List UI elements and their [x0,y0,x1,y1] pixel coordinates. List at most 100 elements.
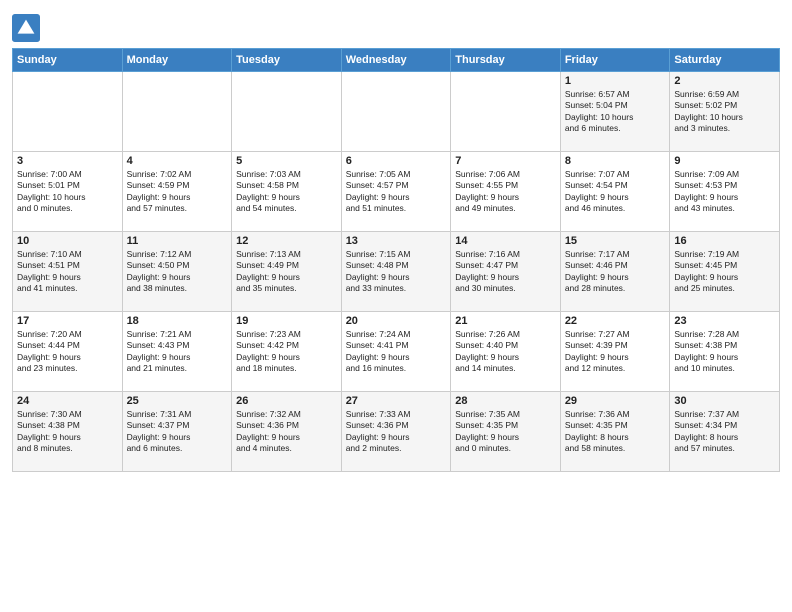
day-number: 29 [565,395,666,407]
day-info: Sunrise: 7:28 AM Sunset: 4:38 PM Dayligh… [674,329,775,375]
day-info: Sunrise: 7:03 AM Sunset: 4:58 PM Dayligh… [236,169,337,215]
calendar-cell: 12 Sunrise: 7:13 AM Sunset: 4:49 PM Dayli… [232,232,342,312]
calendar-cell [341,72,451,152]
header-area [12,10,780,42]
day-number: 8 [565,155,666,167]
day-info: Sunrise: 6:57 AM Sunset: 5:04 PM Dayligh… [565,89,666,135]
day-number: 2 [674,75,775,87]
header-row: SundayMondayTuesdayWednesdayThursdayFrid… [13,49,780,72]
calendar-cell: 18 Sunrise: 7:21 AM Sunset: 4:43 PM Dayli… [122,312,232,392]
day-info: Sunrise: 7:36 AM Sunset: 4:35 PM Dayligh… [565,409,666,455]
day-number: 1 [565,75,666,87]
calendar-cell: 19Sunrise: 7:23 AM Sunset: 4:42 PM Dayli… [232,312,342,392]
calendar-cell [13,72,123,152]
day-number: 24 [17,395,118,407]
day-info: Sunrise: 7:17 AM Sunset: 4:46 PM Dayligh… [565,249,666,295]
day-number: 12 [236,235,337,247]
day-info: Sunrise: 7:20 AM Sunset: 4:44 PM Dayligh… [17,329,118,375]
day-number: 23 [674,315,775,327]
day-info: Sunrise: 7:30 AM Sunset: 4:38 PM Dayligh… [17,409,118,455]
day-number: 16 [674,235,775,247]
logo-icon [12,14,40,42]
header-tuesday: Tuesday [232,49,342,72]
page-container: SundayMondayTuesdayWednesdayThursdayFrid… [0,0,792,482]
day-number: 27 [346,395,447,407]
day-info: Sunrise: 7:00 AM Sunset: 5:01 PM Dayligh… [17,169,118,215]
calendar-cell: 5 Sunrise: 7:03 AM Sunset: 4:58 PM Daylig… [232,152,342,232]
calendar-body: 1 Sunrise: 6:57 AM Sunset: 5:04 PM Daylig… [13,72,780,472]
header-saturday: Saturday [670,49,780,72]
calendar-cell [122,72,232,152]
day-number: 11 [127,235,228,247]
calendar-header: SundayMondayTuesdayWednesdayThursdayFrid… [13,49,780,72]
logo [12,14,42,42]
day-number: 3 [17,155,118,167]
day-info: Sunrise: 6:59 AM Sunset: 5:02 PM Dayligh… [674,89,775,135]
week-row-1: 3 Sunrise: 7:00 AM Sunset: 5:01 PM Daylig… [13,152,780,232]
calendar-cell: 15 Sunrise: 7:17 AM Sunset: 4:46 PM Dayli… [560,232,670,312]
calendar-cell: 13 Sunrise: 7:15 AM Sunset: 4:48 PM Dayli… [341,232,451,312]
week-row-3: 17Sunrise: 7:20 AM Sunset: 4:44 PM Dayli… [13,312,780,392]
day-number: 5 [236,155,337,167]
calendar-cell: 17Sunrise: 7:20 AM Sunset: 4:44 PM Dayli… [13,312,123,392]
day-number: 28 [455,395,556,407]
day-info: Sunrise: 7:31 AM Sunset: 4:37 PM Dayligh… [127,409,228,455]
day-number: 4 [127,155,228,167]
day-info: Sunrise: 7:10 AM Sunset: 4:51 PM Dayligh… [17,249,118,295]
calendar-cell: 26 Sunrise: 7:32 AM Sunset: 4:36 PM Dayli… [232,392,342,472]
day-number: 26 [236,395,337,407]
calendar-table: SundayMondayTuesdayWednesdayThursdayFrid… [12,48,780,472]
calendar-cell: 7 Sunrise: 7:06 AM Sunset: 4:55 PM Daylig… [451,152,561,232]
day-number: 6 [346,155,447,167]
calendar-cell [232,72,342,152]
calendar-cell: 27 Sunrise: 7:33 AM Sunset: 4:36 PM Dayli… [341,392,451,472]
week-row-0: 1 Sunrise: 6:57 AM Sunset: 5:04 PM Daylig… [13,72,780,152]
day-info: Sunrise: 7:07 AM Sunset: 4:54 PM Dayligh… [565,169,666,215]
day-info: Sunrise: 7:23 AM Sunset: 4:42 PM Dayligh… [236,329,337,375]
calendar-cell: 28Sunrise: 7:35 AM Sunset: 4:35 PM Dayli… [451,392,561,472]
calendar-cell: 29 Sunrise: 7:36 AM Sunset: 4:35 PM Dayli… [560,392,670,472]
day-info: Sunrise: 7:13 AM Sunset: 4:49 PM Dayligh… [236,249,337,295]
header-friday: Friday [560,49,670,72]
header-wednesday: Wednesday [341,49,451,72]
calendar-cell: 20 Sunrise: 7:24 AM Sunset: 4:41 PM Dayli… [341,312,451,392]
calendar-cell: 22Sunrise: 7:27 AM Sunset: 4:39 PM Dayli… [560,312,670,392]
calendar-cell [451,72,561,152]
calendar-cell: 25 Sunrise: 7:31 AM Sunset: 4:37 PM Dayli… [122,392,232,472]
day-info: Sunrise: 7:27 AM Sunset: 4:39 PM Dayligh… [565,329,666,375]
day-number: 18 [127,315,228,327]
day-number: 14 [455,235,556,247]
day-info: Sunrise: 7:33 AM Sunset: 4:36 PM Dayligh… [346,409,447,455]
day-info: Sunrise: 7:16 AM Sunset: 4:47 PM Dayligh… [455,249,556,295]
calendar-cell: 11Sunrise: 7:12 AM Sunset: 4:50 PM Dayli… [122,232,232,312]
day-info: Sunrise: 7:15 AM Sunset: 4:48 PM Dayligh… [346,249,447,295]
header-thursday: Thursday [451,49,561,72]
calendar-cell: 2 Sunrise: 6:59 AM Sunset: 5:02 PM Daylig… [670,72,780,152]
calendar-cell: 3 Sunrise: 7:00 AM Sunset: 5:01 PM Daylig… [13,152,123,232]
day-number: 15 [565,235,666,247]
week-row-2: 10 Sunrise: 7:10 AM Sunset: 4:51 PM Dayli… [13,232,780,312]
calendar-cell: 1 Sunrise: 6:57 AM Sunset: 5:04 PM Daylig… [560,72,670,152]
day-info: Sunrise: 7:06 AM Sunset: 4:55 PM Dayligh… [455,169,556,215]
calendar-cell: 9 Sunrise: 7:09 AM Sunset: 4:53 PM Daylig… [670,152,780,232]
day-number: 10 [17,235,118,247]
day-number: 20 [346,315,447,327]
day-info: Sunrise: 7:02 AM Sunset: 4:59 PM Dayligh… [127,169,228,215]
calendar-cell: 23 Sunrise: 7:28 AM Sunset: 4:38 PM Dayli… [670,312,780,392]
day-number: 7 [455,155,556,167]
calendar-cell: 21Sunrise: 7:26 AM Sunset: 4:40 PM Dayli… [451,312,561,392]
day-info: Sunrise: 7:19 AM Sunset: 4:45 PM Dayligh… [674,249,775,295]
day-info: Sunrise: 7:24 AM Sunset: 4:41 PM Dayligh… [346,329,447,375]
day-info: Sunrise: 7:21 AM Sunset: 4:43 PM Dayligh… [127,329,228,375]
header-monday: Monday [122,49,232,72]
day-number: 25 [127,395,228,407]
calendar-cell: 14 Sunrise: 7:16 AM Sunset: 4:47 PM Dayli… [451,232,561,312]
calendar-cell: 30Sunrise: 7:37 AM Sunset: 4:34 PM Dayli… [670,392,780,472]
day-number: 13 [346,235,447,247]
day-info: Sunrise: 7:32 AM Sunset: 4:36 PM Dayligh… [236,409,337,455]
day-info: Sunrise: 7:37 AM Sunset: 4:34 PM Dayligh… [674,409,775,455]
day-info: Sunrise: 7:09 AM Sunset: 4:53 PM Dayligh… [674,169,775,215]
day-number: 9 [674,155,775,167]
day-number: 21 [455,315,556,327]
calendar-cell: 24 Sunrise: 7:30 AM Sunset: 4:38 PM Dayli… [13,392,123,472]
